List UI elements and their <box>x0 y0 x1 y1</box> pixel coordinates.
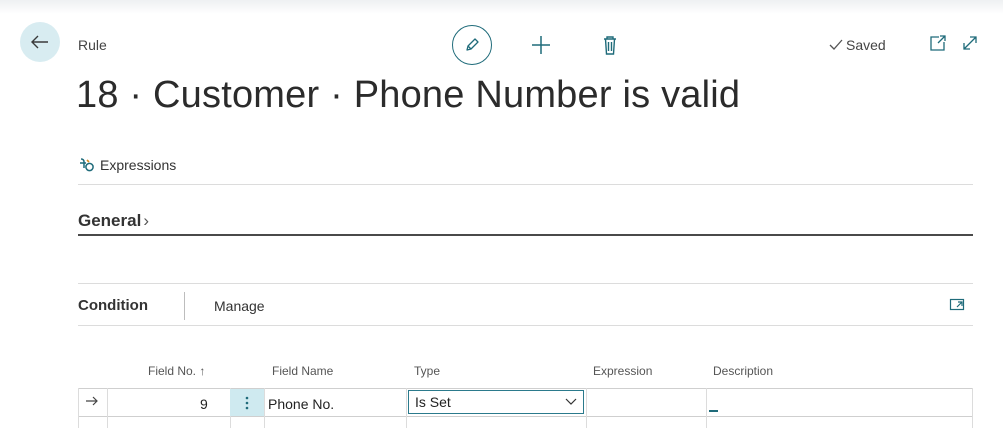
saved-status: Saved <box>828 37 886 53</box>
expressions-label: Expressions <box>100 157 177 173</box>
text-cursor <box>709 410 718 412</box>
grid-line <box>78 388 79 428</box>
collapse-expand-icon[interactable] <box>949 296 965 312</box>
column-header-field-name[interactable]: Field Name <box>272 364 333 378</box>
chevron-down-icon <box>565 398 577 405</box>
plus-icon[interactable] <box>530 34 552 56</box>
condition-toolbar: Condition Manage <box>78 292 973 320</box>
checkmark-icon <box>829 39 843 50</box>
back-arrow-icon <box>31 35 48 49</box>
open-in-new-window-icon[interactable] <box>928 33 948 53</box>
column-header-type[interactable]: Type <box>414 364 440 378</box>
more-dots-icon <box>245 396 249 409</box>
manage-button[interactable]: Manage <box>214 298 265 314</box>
top-shade <box>0 0 1003 14</box>
condition-title: Condition <box>78 297 148 314</box>
row-more-button[interactable] <box>230 389 264 416</box>
general-divider <box>78 234 973 236</box>
grid-line <box>706 388 707 428</box>
back-button[interactable] <box>20 22 60 62</box>
saved-label: Saved <box>846 37 886 53</box>
grid-line <box>586 388 587 428</box>
grid-line <box>406 388 407 428</box>
edit-button[interactable] <box>452 25 492 65</box>
page-title: 18 · Customer · Phone Number is valid <box>76 74 741 116</box>
column-header-expression[interactable]: Expression <box>593 364 652 378</box>
row-arrow-icon <box>86 396 98 406</box>
type-select[interactable]: Is Set <box>408 390 584 414</box>
pencil-icon <box>466 38 479 51</box>
grid-line <box>264 388 265 428</box>
chevron-right-icon: › <box>143 211 149 230</box>
action-bar-divider <box>78 184 973 185</box>
condition-divider <box>78 325 973 326</box>
trash-icon[interactable] <box>600 34 620 56</box>
table-row[interactable] <box>78 416 973 427</box>
page-caption: Rule <box>78 37 107 53</box>
grid-line <box>107 388 108 428</box>
type-select-value: Is Set <box>415 394 451 410</box>
cell-field-name[interactable]: Phone No. <box>268 396 334 412</box>
cell-field-no[interactable]: 9 <box>200 396 208 412</box>
condition-top-divider <box>78 283 973 284</box>
grid-line <box>972 388 973 428</box>
condition-separator <box>184 292 185 320</box>
column-header-field-no[interactable]: Field No. ↑ <box>148 364 205 378</box>
expressions-icon <box>80 158 94 172</box>
column-header-description[interactable]: Description <box>713 364 773 378</box>
expressions-action[interactable]: Expressions <box>78 150 176 180</box>
expand-icon[interactable] <box>960 33 980 53</box>
general-label: General <box>78 211 142 230</box>
general-section-header[interactable]: General › <box>78 211 149 231</box>
